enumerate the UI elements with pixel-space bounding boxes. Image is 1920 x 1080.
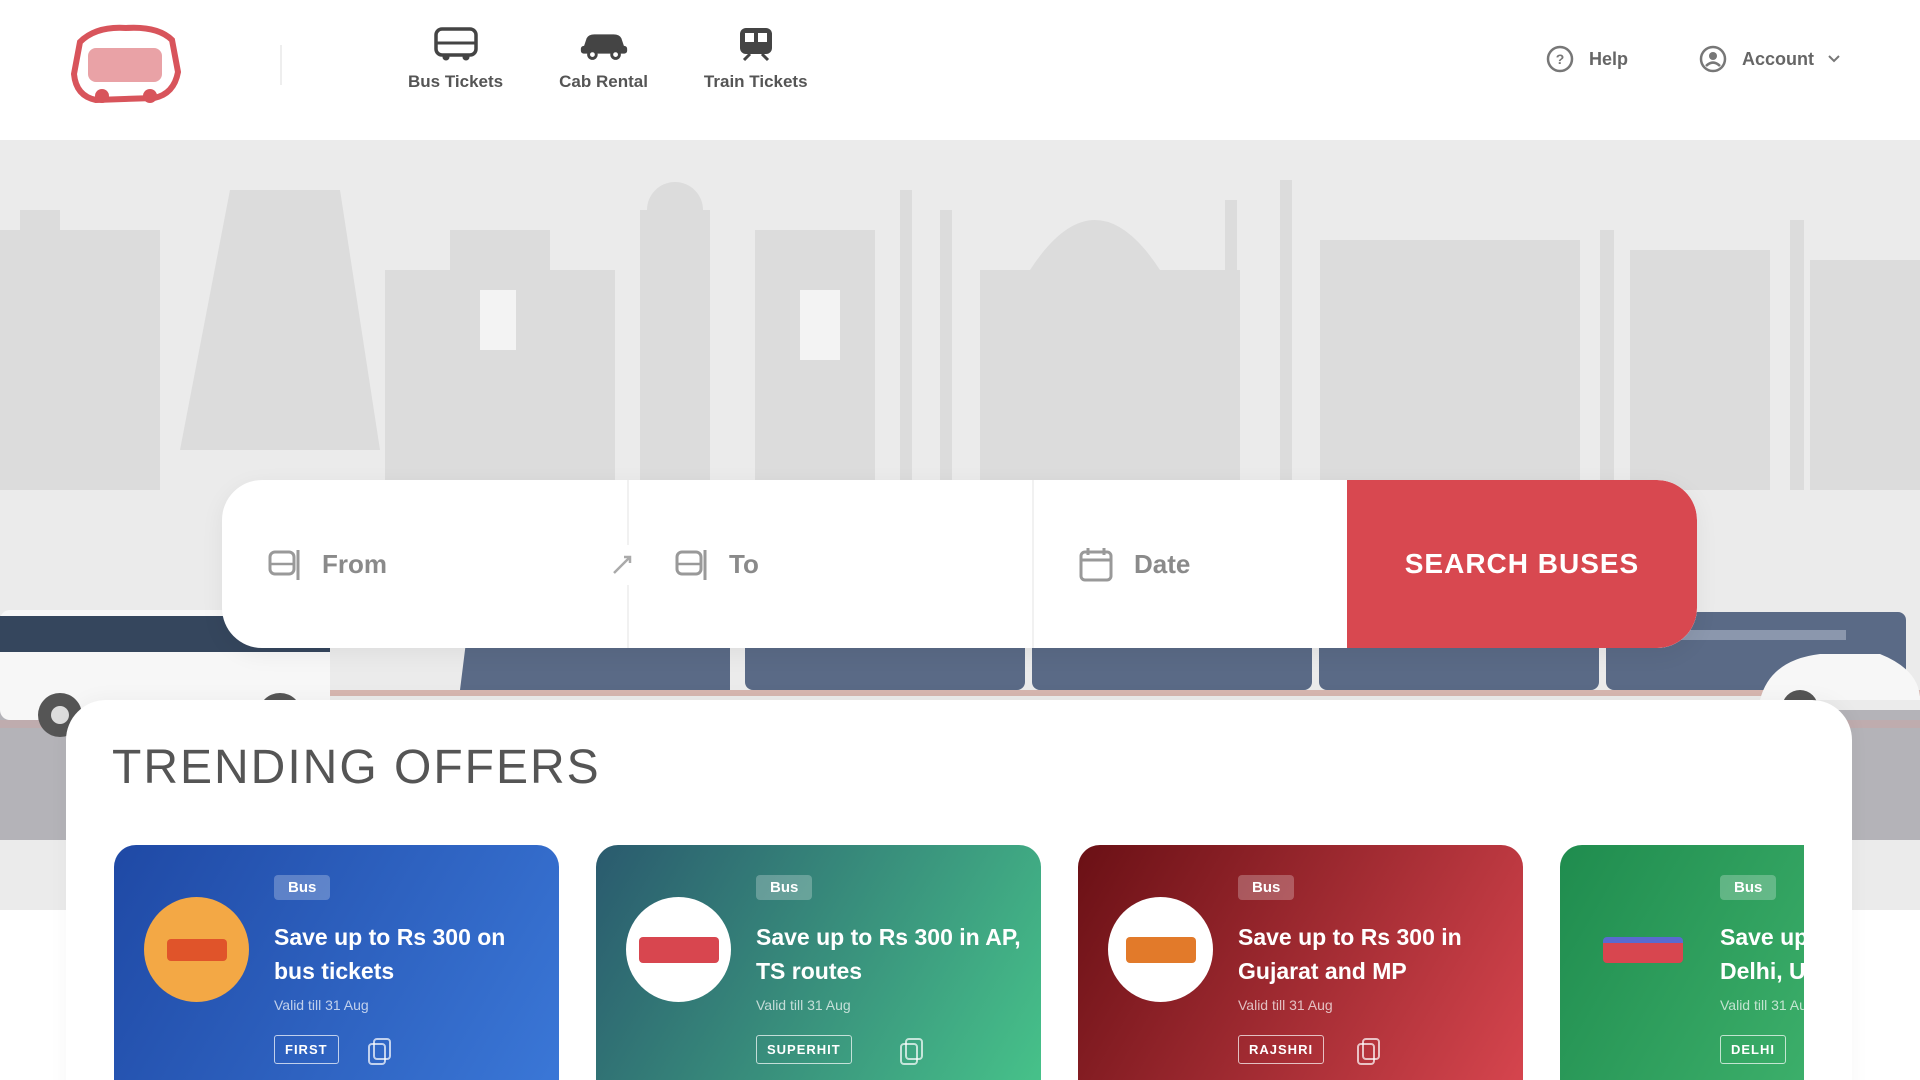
chevron-down-icon (1828, 55, 1840, 63)
offer-badge: Bus (1238, 875, 1295, 900)
main-nav: Bus Tickets Cab Rental Train Tickets (380, 24, 836, 114)
offer-title: Save up to Rs 300 on bus tickets (274, 924, 506, 984)
copy-icon[interactable] (1353, 1035, 1385, 1067)
swap-icon (613, 555, 632, 574)
offer-code: DELHI (1720, 1035, 1786, 1064)
offer-card[interactable]: Bus Save up to Rs 300 on bus tickets Val… (114, 845, 559, 1080)
offer-badge: Bus (1720, 875, 1777, 900)
offer-validity: Valid till 31 Aug (756, 997, 851, 1013)
svg-text:?: ? (1556, 51, 1565, 67)
trending-offers-panel: TRENDING OFFERS Bus Save up to Rs 300 on… (66, 700, 1852, 1080)
top-header: Bus Tickets Cab Rental Train Tickets ? H… (0, 0, 1920, 140)
offer-logo (1108, 897, 1213, 1002)
city-skyline-illustration (0, 180, 1920, 490)
from-input[interactable] (322, 548, 542, 580)
nav-bus-tickets-label: Bus Tickets (408, 72, 504, 91)
offers-title: TRENDING OFFERS (112, 741, 601, 794)
date-input[interactable] (1134, 548, 1354, 580)
offer-title: Save up to Rs 300 in Gujarat and MP (1238, 924, 1462, 984)
offer-title: Save up to Rs 300 in AP, TS routes (756, 924, 1021, 984)
offer-code: SUPERHIT (756, 1035, 852, 1064)
offer-validity: Valid till 31 Aug (1238, 997, 1333, 1013)
offer-code: FIRST (274, 1035, 339, 1064)
offers-carousel[interactable]: Bus Save up to Rs 300 on bus tickets Val… (114, 845, 1804, 1080)
from-field[interactable] (222, 480, 627, 648)
car-icon (577, 24, 631, 64)
nav-bus-tickets[interactable]: Bus Tickets (380, 24, 531, 114)
copy-icon[interactable] (364, 1035, 396, 1067)
bus-search-form: SEARCH BUSES (222, 480, 1697, 648)
nav-train-tickets[interactable]: Train Tickets (676, 24, 836, 114)
offer-logo (144, 897, 249, 1002)
account-label: Account (1742, 48, 1814, 69)
swap-button[interactable] (602, 545, 642, 585)
offer-badge: Bus (274, 875, 331, 900)
offer-validity: Valid till 31 Aug (274, 997, 369, 1013)
header-actions: ? Help Account (1545, 44, 1840, 74)
help-label: Help (1588, 48, 1628, 69)
offer-validity: Valid till 31 Aug (1720, 997, 1804, 1013)
nav-cab-rental-label: Cab Rental (559, 72, 648, 91)
offer-code: RAJSHRI (1238, 1035, 1325, 1064)
train-icon (729, 24, 783, 64)
account-icon (1699, 45, 1727, 73)
brand-logo[interactable] (66, 22, 184, 108)
offer-card[interactable]: Bus Save up to Rs 300 in AP, TS routes V… (596, 845, 1041, 1080)
calendar-icon (1079, 548, 1113, 582)
to-input[interactable] (729, 548, 949, 580)
header-divider (280, 45, 282, 85)
to-field[interactable] (627, 480, 1032, 648)
help-link[interactable]: ? Help (1545, 44, 1628, 74)
help-icon: ? (1546, 45, 1574, 73)
offer-title: Save up to Rs 300 in Delhi, UP (1720, 924, 1804, 984)
bus-stop-icon (268, 550, 300, 580)
offer-badge: Bus (756, 875, 813, 900)
search-buses-button[interactable]: SEARCH BUSES (1347, 480, 1697, 648)
date-field[interactable] (1032, 480, 1354, 648)
bus-icon (429, 24, 483, 64)
offer-card[interactable]: Bus Save up to Rs 300 in Gujarat and MP … (1078, 845, 1523, 1080)
bus-stop-icon (675, 550, 707, 580)
account-menu[interactable]: Account (1698, 44, 1840, 74)
copy-icon[interactable] (896, 1035, 928, 1067)
nav-train-tickets-label: Train Tickets (703, 72, 808, 91)
offer-logo (1590, 897, 1695, 1002)
offer-logo (626, 897, 731, 1002)
nav-cab-rental[interactable]: Cab Rental (531, 24, 676, 114)
offer-card[interactable]: Bus Save up to Rs 300 in Delhi, UP Valid… (1560, 845, 1804, 1080)
